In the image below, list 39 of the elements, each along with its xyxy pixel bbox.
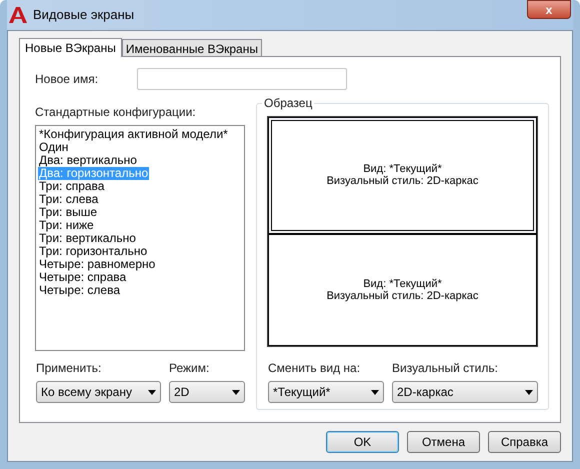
list-item[interactable]: Три: ниже: [38, 219, 95, 232]
list-item[interactable]: Три: вертикально: [38, 232, 137, 245]
view-text: Вид: *Текущий*: [363, 163, 442, 176]
style-text: Визуальный стиль: 2D-каркас: [326, 290, 478, 302]
dropdown-label: Сменить вид на:: [268, 361, 362, 375]
view-text: Вид: *Текущий*: [363, 278, 442, 290]
tab[interactable]: Новые ВЭкраны: [19, 38, 122, 57]
list-item[interactable]: Три: горизонтально: [38, 245, 148, 258]
caret-icon: [148, 390, 156, 394]
dialog-button[interactable]: Справка: [488, 431, 561, 453]
list-item[interactable]: Четыре: слева: [38, 284, 121, 297]
list-item[interactable]: Три: слева: [38, 193, 100, 206]
dropdown-label: Визуальный стиль:: [392, 361, 499, 375]
group-title: Образец: [262, 96, 314, 110]
list-item[interactable]: Четыре: равномерно: [38, 258, 156, 271]
list-label: Стандартные конфигурации:: [35, 105, 197, 119]
caret-icon: [525, 390, 533, 394]
dropdown-label: Применить:: [36, 361, 102, 375]
style-text: Визуальный стиль: 2D-каркас: [326, 175, 478, 188]
dialog-button[interactable]: Отмена: [407, 431, 480, 453]
list-item[interactable]: Один: [38, 141, 70, 154]
dropdown[interactable]: Ко всему экрану: [36, 381, 161, 403]
list-item[interactable]: *Конфигурация активной модели*: [38, 128, 229, 141]
dropdown-label: Режим:: [169, 361, 210, 375]
caret-icon: [232, 390, 240, 394]
dropdown[interactable]: 2D: [169, 381, 245, 403]
field-label: Новое имя:: [35, 71, 100, 88]
dropdown[interactable]: *Текущий*: [268, 381, 384, 403]
list-item[interactable]: Три: справа: [38, 180, 106, 193]
list-item[interactable]: Четыре: справа: [38, 271, 128, 284]
dialog-button[interactable]: OK: [326, 431, 399, 453]
list-item[interactable]: Три: выше: [38, 206, 98, 219]
tab[interactable]: Именованные ВЭкраны: [122, 39, 262, 56]
app-logo-icon: [9, 7, 27, 23]
name-field[interactable]: [137, 68, 347, 90]
caret-icon: [371, 390, 379, 394]
dropdown[interactable]: 2D-каркас: [392, 381, 538, 403]
list-item[interactable]: Два: вертикально: [38, 154, 138, 167]
window-title: Видовые экраны: [33, 6, 134, 24]
